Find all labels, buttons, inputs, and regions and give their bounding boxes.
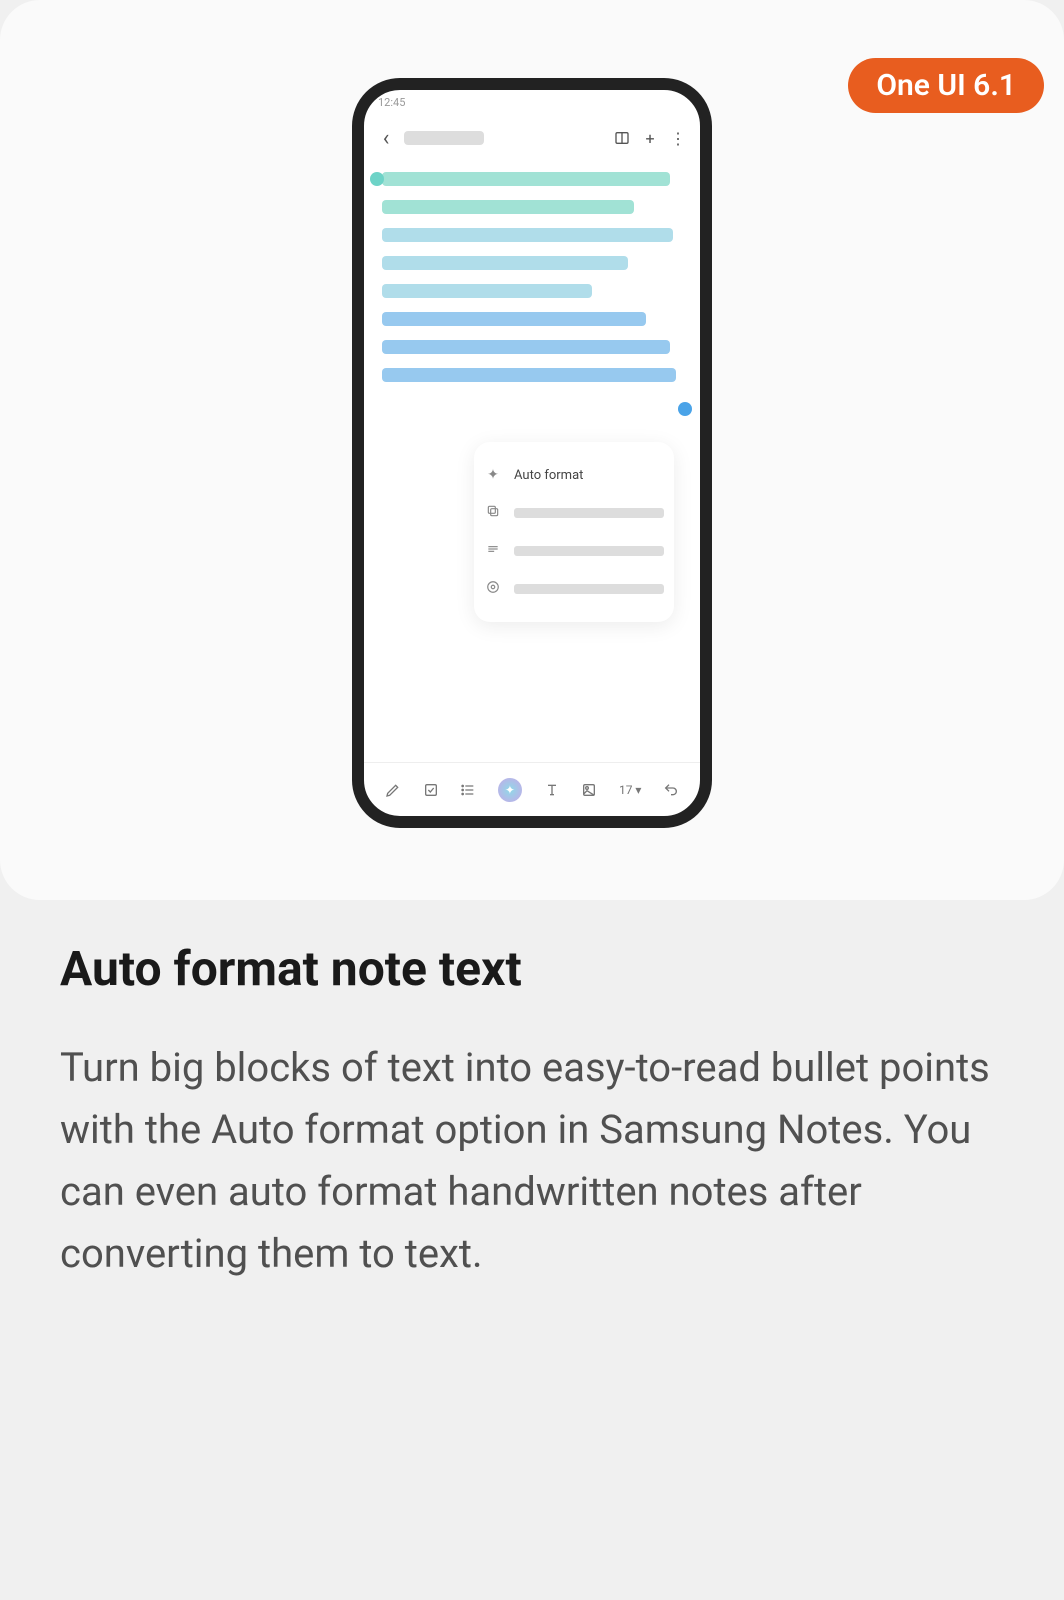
feature-card: One UI 6.1 12:45 ‹ + ⋮ ✦ Auto format — [0, 0, 1064, 900]
selected-text-line — [382, 200, 634, 214]
selected-text-line — [382, 256, 628, 270]
selected-text-line — [382, 340, 670, 354]
copy-icon — [484, 504, 502, 522]
selected-text-line — [382, 172, 670, 186]
menu-placeholder — [514, 546, 664, 556]
title-placeholder — [404, 131, 484, 145]
more-icon[interactable]: ⋮ — [668, 128, 688, 148]
version-badge: One UI 6.1 — [848, 58, 1044, 113]
ai-assist-icon[interactable]: ✦ — [498, 778, 522, 802]
settings-icon — [484, 580, 502, 598]
menu-label: Auto format — [514, 468, 583, 483]
selected-text-line — [382, 228, 673, 242]
reader-mode-icon[interactable] — [612, 128, 632, 148]
back-icon[interactable]: ‹ — [376, 126, 396, 151]
selected-text-line — [382, 368, 676, 382]
menu-item-auto-format[interactable]: ✦ Auto format — [484, 456, 664, 494]
context-menu: ✦ Auto format — [474, 442, 674, 622]
selected-text-line — [382, 312, 646, 326]
text-tool-icon[interactable] — [544, 782, 560, 798]
menu-item[interactable] — [484, 532, 664, 570]
sparkle-icon: ✦ — [484, 467, 502, 483]
add-icon[interactable]: + — [640, 128, 660, 148]
note-content: ✦ Auto format — [364, 162, 700, 406]
menu-placeholder — [514, 508, 664, 518]
bottom-toolbar: ✦ 17 ▾ — [364, 762, 700, 816]
undo-icon[interactable] — [663, 782, 679, 798]
image-icon[interactable] — [581, 782, 597, 798]
checkbox-icon[interactable] — [423, 782, 439, 798]
status-bar: 12:45 — [364, 90, 700, 114]
selection-start-handle[interactable] — [370, 172, 384, 186]
selected-text-line — [382, 284, 592, 298]
feature-title: Auto format note text — [60, 940, 1004, 997]
menu-item[interactable] — [484, 494, 664, 532]
menu-item[interactable] — [484, 570, 664, 608]
selection-end-handle[interactable] — [678, 402, 692, 416]
strike-icon — [484, 542, 502, 560]
phone-mock: 12:45 ‹ + ⋮ ✦ Auto format — [352, 78, 712, 828]
clock: 12:45 — [378, 96, 405, 109]
font-size-button[interactable]: 17 ▾ — [619, 783, 642, 797]
feature-description: Auto format note text Turn big blocks of… — [60, 940, 1004, 1285]
list-icon[interactable] — [460, 782, 476, 798]
feature-body: Turn big blocks of text into easy-to-rea… — [60, 1037, 1004, 1285]
pen-icon[interactable] — [385, 782, 401, 798]
app-bar: ‹ + ⋮ — [364, 114, 700, 162]
menu-placeholder — [514, 584, 664, 594]
